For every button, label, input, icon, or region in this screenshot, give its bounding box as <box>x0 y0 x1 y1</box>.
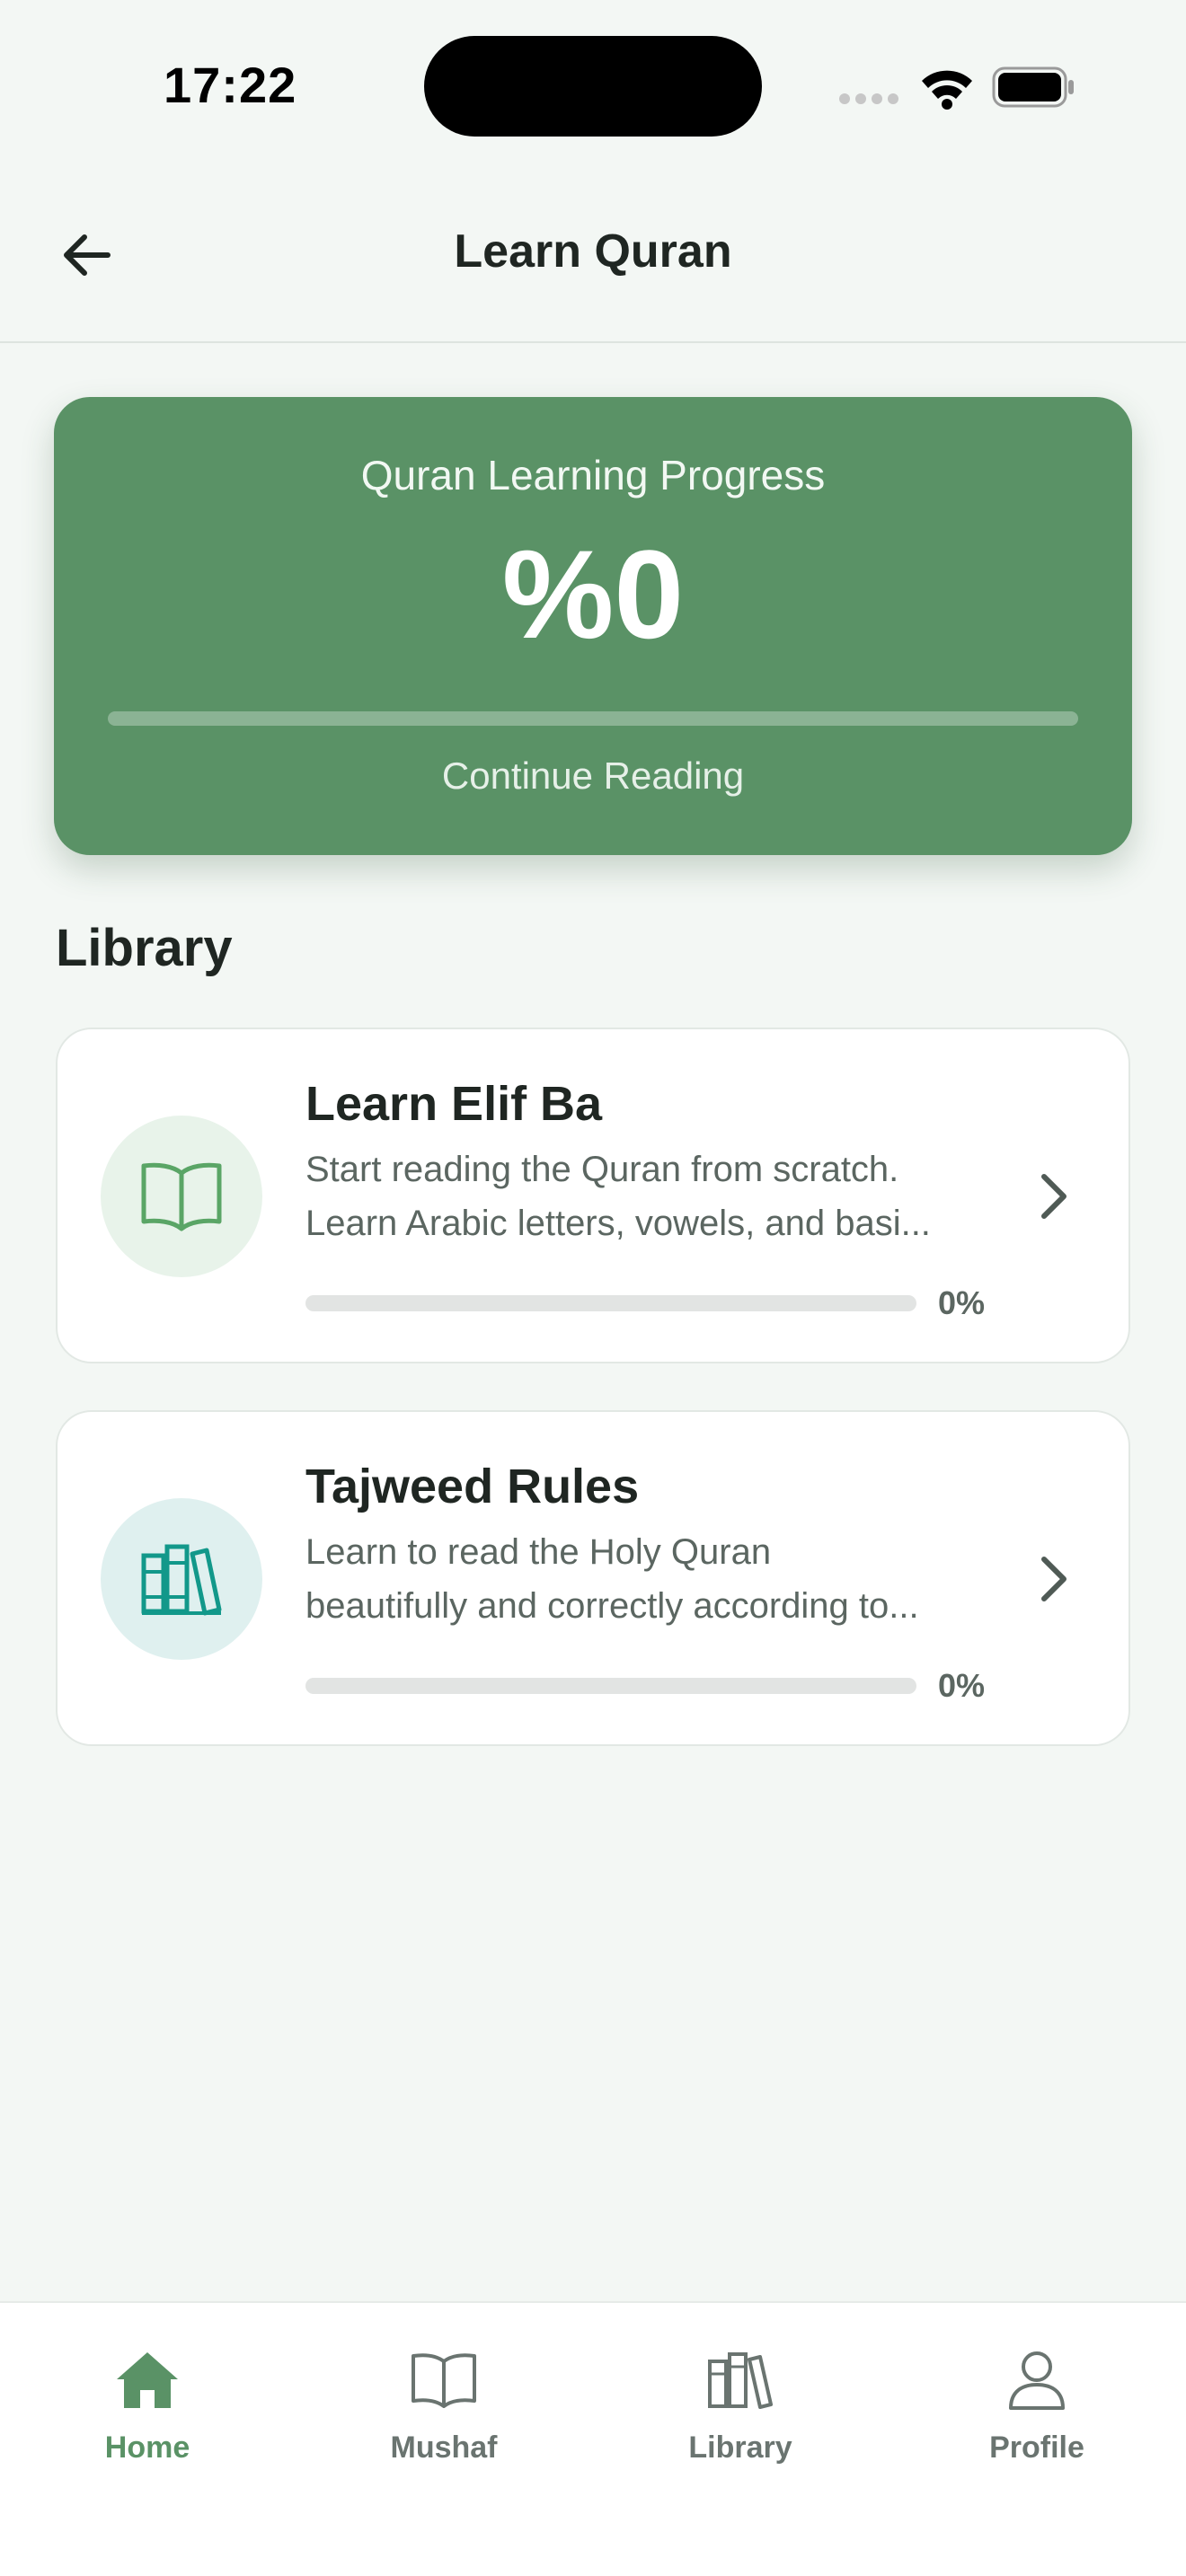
status-bar: 17:22 <box>0 0 1186 171</box>
nav-item-home[interactable]: Home <box>58 2344 237 2479</box>
course-title: Learn Elif Ba <box>305 1077 603 1131</box>
chevron-right-icon <box>1041 1174 1067 1219</box>
course-progress-bar <box>305 1295 916 1311</box>
nav-item-mushaf[interactable]: Mushaf <box>354 2344 534 2479</box>
signal-icon <box>839 93 898 104</box>
bottom-nav: Home Mushaf Library Profile <box>0 2301 1186 2576</box>
progress-card-title: Quran Learning Progress <box>360 452 826 498</box>
nav-label: Library <box>688 2430 792 2465</box>
open-book-icon <box>141 1162 222 1231</box>
progress-percent: %0 <box>501 524 685 665</box>
books-icon <box>141 1544 222 1616</box>
course-description: Learn to read the Holy Quran beautifully… <box>305 1525 1042 1633</box>
course-card-tajweed-rules[interactable]: Tajweed Rules Learn to read the Holy Qur… <box>56 1410 1130 1746</box>
page-title: Learn Quran <box>454 225 732 278</box>
nav-label: Home <box>104 2430 190 2465</box>
nav-item-profile[interactable]: Profile <box>947 2344 1127 2479</box>
nav-label: Mushaf <box>390 2430 498 2465</box>
library-heading: Library <box>56 919 233 977</box>
header: Learn Quran <box>0 180 1186 343</box>
progress-bar <box>108 711 1078 726</box>
course-percent: 0% <box>938 1284 986 1321</box>
wifi-icon <box>922 70 972 110</box>
user-icon <box>1005 2344 1068 2416</box>
course-description-line: Learn to read the Holy Quran <box>305 1532 772 1572</box>
screen: 17:22 Learn Quran Quran Learning Progres… <box>0 0 1186 2576</box>
nav-item-library[interactable]: Library <box>651 2344 830 2479</box>
continue-reading-button[interactable]: Continue Reading <box>54 754 1132 798</box>
course-progress-bar <box>305 1678 916 1694</box>
open-book-icon <box>410 2344 478 2416</box>
status-time: 17:22 <box>164 57 297 113</box>
course-icon-circle <box>101 1498 262 1660</box>
course-description-line: Learn Arabic letters, vowels, and basi..… <box>305 1204 931 1243</box>
course-description-line: Start reading the Quran from scratch. <box>305 1150 899 1189</box>
battery-icon <box>992 66 1074 108</box>
course-icon-circle <box>101 1116 262 1277</box>
course-title: Tajweed Rules <box>305 1460 640 1513</box>
chevron-right-icon <box>1041 1557 1067 1601</box>
nav-label: Profile <box>989 2430 1084 2465</box>
progress-card: Quran Learning Progress %0 Continue Read… <box>54 397 1132 855</box>
books-icon <box>706 2344 774 2416</box>
home-icon <box>113 2344 181 2416</box>
course-percent: 0% <box>938 1667 986 1704</box>
course-description: Start reading the Quran from scratch. Le… <box>305 1142 1042 1250</box>
course-card-learn-elif-ba[interactable]: Learn Elif Ba Start reading the Quran fr… <box>56 1028 1130 1363</box>
course-description-line: beautifully and correctly according to..… <box>305 1586 919 1626</box>
dynamic-island <box>424 36 762 137</box>
